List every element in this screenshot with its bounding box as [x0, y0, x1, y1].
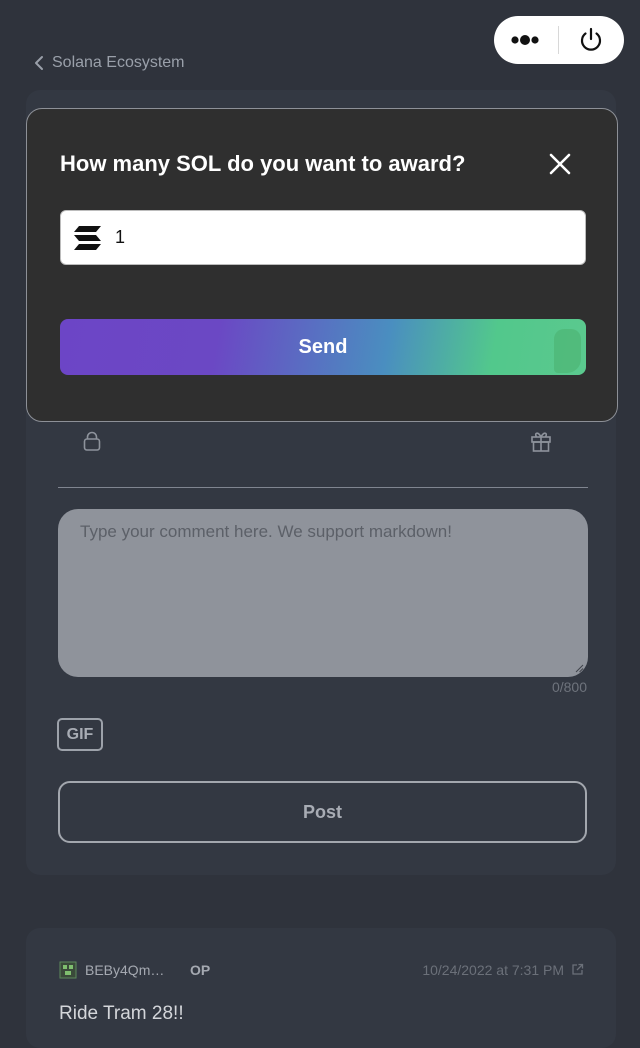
- back-link[interactable]: Solana Ecosystem: [34, 52, 185, 74]
- post-button[interactable]: Post: [58, 781, 587, 843]
- mini-program-capsule: [494, 16, 624, 64]
- power-icon: [580, 27, 602, 51]
- comment-input[interactable]: Type your comment here. We support markd…: [58, 509, 588, 677]
- gift-icon[interactable]: [530, 430, 552, 452]
- comment-timestamp: 10/24/2022 at 7:31 PM: [422, 962, 564, 978]
- resize-grip-icon[interactable]: [574, 663, 584, 673]
- send-button[interactable]: Send: [60, 319, 586, 375]
- close-icon[interactable]: [545, 149, 575, 179]
- sol-amount-input[interactable]: 1: [60, 210, 586, 265]
- chevron-left-icon: [35, 56, 43, 70]
- divider-line: [58, 487, 588, 488]
- back-link-label: Solana Ecosystem: [52, 54, 185, 71]
- solana-icon: [74, 225, 101, 250]
- comment-placeholder: Type your comment here. We support markd…: [80, 522, 452, 541]
- external-link-icon[interactable]: [571, 963, 584, 976]
- award-modal: How many SOL do you want to award? 1 Sen…: [26, 108, 618, 422]
- avatar[interactable]: [59, 961, 77, 979]
- send-button-decoration: [554, 329, 581, 373]
- modal-title: How many SOL do you want to award?: [60, 151, 466, 176]
- gif-button[interactable]: GIF: [57, 718, 103, 751]
- close-miniprogram-button[interactable]: [559, 16, 623, 64]
- op-badge: OP: [190, 962, 211, 978]
- lock-icon[interactable]: [82, 431, 102, 451]
- comment-card: [26, 928, 616, 1048]
- amount-value: 1: [115, 227, 126, 247]
- send-button-label: Send: [298, 335, 348, 358]
- comment-text: Ride Tram 28!!: [59, 1003, 184, 1024]
- more-dots-icon: [511, 35, 539, 45]
- char-counter: 0/800: [551, 679, 587, 695]
- comment-author[interactable]: BEBy4Qm…: [85, 962, 164, 978]
- more-button[interactable]: [494, 16, 558, 64]
